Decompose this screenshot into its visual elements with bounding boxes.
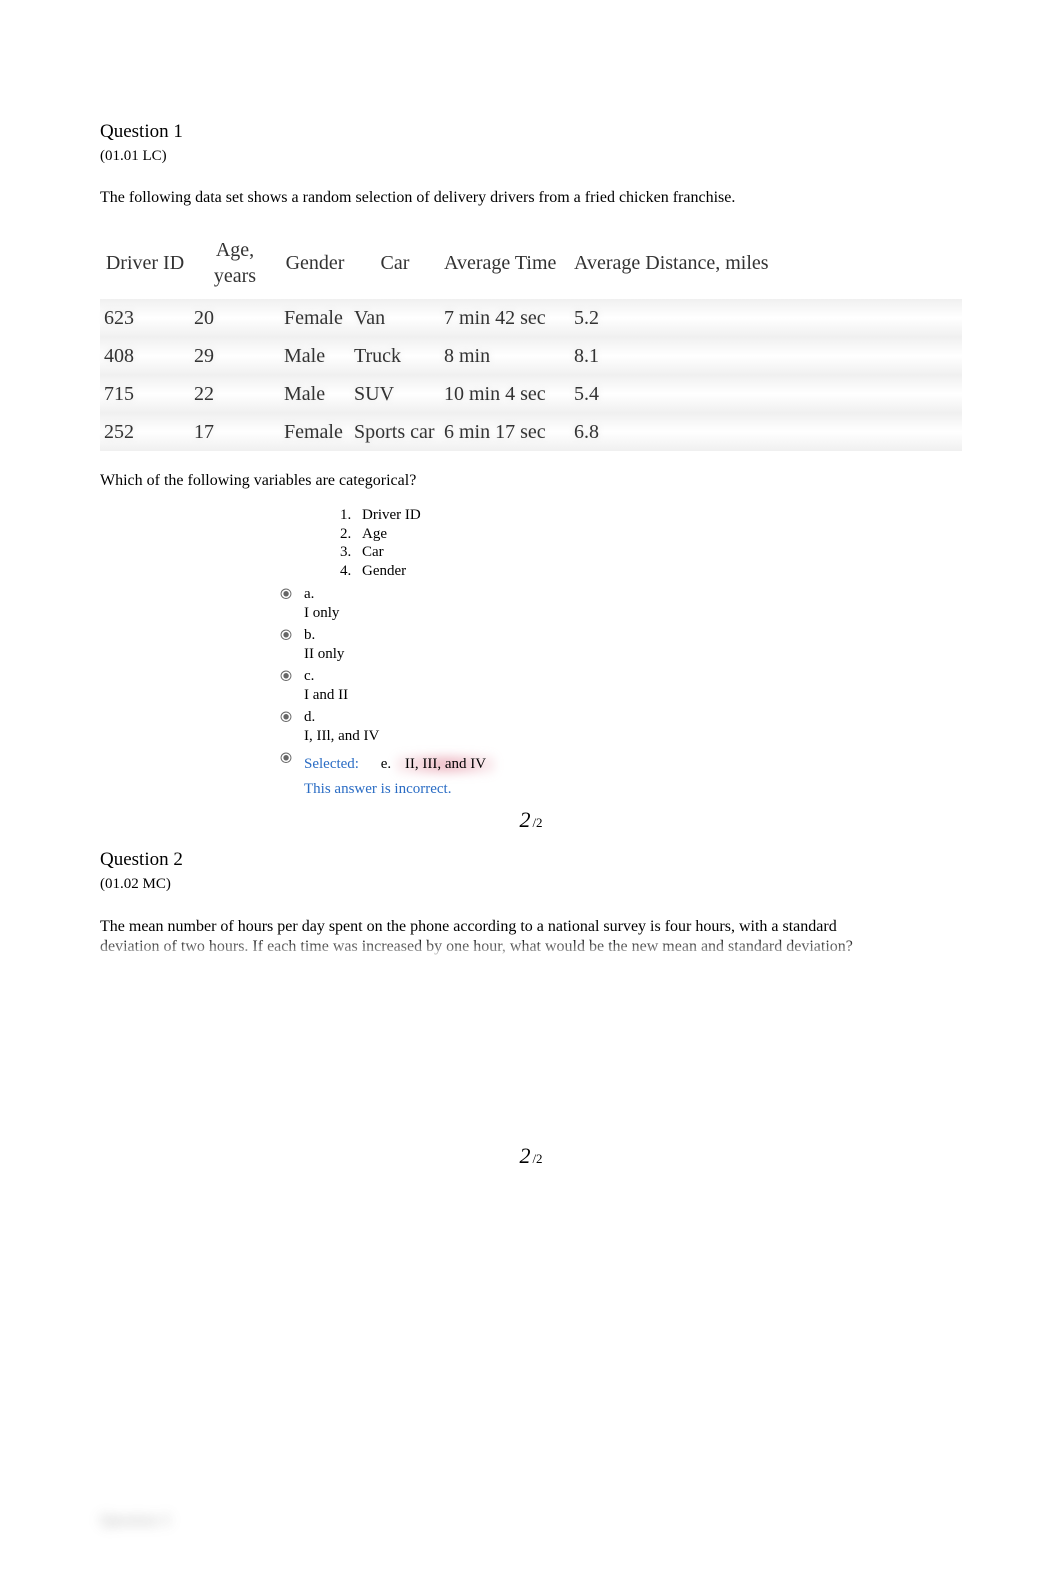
cell: 20	[190, 299, 280, 337]
num: 3.	[340, 543, 362, 562]
col-header: Gender	[280, 227, 350, 299]
cell: 7 min 42 sec	[440, 299, 570, 337]
choice-letter: c.	[304, 667, 348, 687]
num-text: Gender	[362, 563, 406, 579]
cell: 623	[100, 299, 190, 337]
cell: SUV	[350, 375, 440, 413]
cell: 715	[100, 375, 190, 413]
list-item: 4.Gender	[340, 562, 962, 581]
choice-e-selected[interactable]: 🞊 Selected: e. II, III, and IV This answ…	[280, 749, 962, 800]
question-1: Question 1 (01.01 LC) The following data…	[100, 120, 962, 834]
num: 2.	[340, 525, 362, 544]
cell: Truck	[350, 337, 440, 375]
question-code: (01.01 LC)	[100, 147, 962, 167]
cell: Sports car	[350, 413, 440, 451]
choice-letter: e.	[381, 756, 391, 772]
num: 4.	[340, 562, 362, 581]
radio-icon: 🞊	[280, 626, 304, 646]
cell: 22	[190, 375, 280, 413]
cell: 5.2	[570, 299, 962, 337]
score-earned: 2	[519, 1143, 530, 1168]
num-text: Driver ID	[362, 507, 421, 523]
cell: 8 min	[440, 337, 570, 375]
question-3-stub: Question 3	[100, 1511, 962, 1532]
cell: 8.1	[570, 337, 962, 375]
cell: 6.8	[570, 413, 962, 451]
radio-icon: 🞊	[280, 708, 304, 728]
choice-text: I, IIl, and IV	[304, 727, 379, 747]
col-header: Average Time	[440, 227, 570, 299]
feedback-text: This answer is incorrect.	[304, 780, 496, 800]
cell: 29	[190, 337, 280, 375]
choice-text: I only	[304, 604, 339, 624]
cell: 10 min 4 sec	[440, 375, 570, 413]
cell: Female	[280, 413, 350, 451]
choice-letter: a.	[304, 585, 339, 605]
score-earned: 2	[519, 807, 530, 832]
question-title: Question 2	[100, 848, 962, 873]
cell: 6 min 17 sec	[440, 413, 570, 451]
cell: Van	[350, 299, 440, 337]
table-row: 408 29 Male Truck 8 min 8.1	[100, 337, 962, 375]
choice-text: I and II	[304, 686, 348, 706]
choice-b[interactable]: 🞊 b. II only	[280, 626, 962, 665]
col-header: Driver ID	[100, 227, 190, 299]
table-row: 623 20 Female Van 7 min 42 sec 5.2	[100, 299, 962, 337]
radio-icon: 🞊	[280, 585, 304, 605]
numbered-list: 1.Driver ID 2.Age 3.Car 4.Gender	[340, 506, 962, 581]
choice-a[interactable]: 🞊 a. I only	[280, 585, 962, 624]
data-table: Driver ID Age, years Gender Car Average …	[100, 227, 962, 451]
choice-text: II only	[304, 645, 344, 665]
cell: 5.4	[570, 375, 962, 413]
col-header: Average Distance, miles	[570, 227, 962, 299]
cell: 17	[190, 413, 280, 451]
choice-text: II, III, and IV	[405, 756, 486, 772]
score-total: /2	[532, 1151, 542, 1166]
radio-icon: 🞊	[280, 749, 304, 769]
score: 2/2	[100, 1142, 962, 1171]
col-header: Age, years	[190, 227, 280, 299]
question-code: (01.02 MC)	[100, 875, 962, 895]
table-row: 252 17 Female Sports car 6 min 17 sec 6.…	[100, 413, 962, 451]
list-item: 2.Age	[340, 525, 962, 544]
cell: 408	[100, 337, 190, 375]
cell: Female	[280, 299, 350, 337]
question-title: Question 1	[100, 120, 962, 145]
selected-label: Selected:	[304, 756, 359, 772]
table-header-row: Driver ID Age, years Gender Car Average …	[100, 227, 962, 299]
list-item: 3.Car	[340, 543, 962, 562]
question-intro: The following data set shows a random se…	[100, 188, 962, 209]
num: 1.	[340, 506, 362, 525]
cell: Male	[280, 375, 350, 413]
content-fade	[100, 938, 962, 966]
choice-letter: d.	[304, 708, 379, 728]
selected-answer: II, III, and IV	[395, 753, 496, 777]
cell: 252	[100, 413, 190, 451]
question-prompt: Which of the following variables are cat…	[100, 471, 962, 492]
choice-c[interactable]: 🞊 c. I and II	[280, 667, 962, 706]
choice-letter: b.	[304, 626, 344, 646]
options-block: 1.Driver ID 2.Age 3.Car 4.Gender 🞊 a. I …	[280, 506, 962, 800]
cell: Male	[280, 337, 350, 375]
radio-icon: 🞊	[280, 667, 304, 687]
score: 2/2	[100, 806, 962, 835]
list-item: 1.Driver ID	[340, 506, 962, 525]
table-row: 715 22 Male SUV 10 min 4 sec 5.4	[100, 375, 962, 413]
score-total: /2	[532, 815, 542, 830]
choice-d[interactable]: 🞊 d. I, IIl, and IV	[280, 708, 962, 747]
num-text: Age	[362, 526, 387, 542]
num-text: Car	[362, 544, 384, 560]
col-header: Car	[350, 227, 440, 299]
